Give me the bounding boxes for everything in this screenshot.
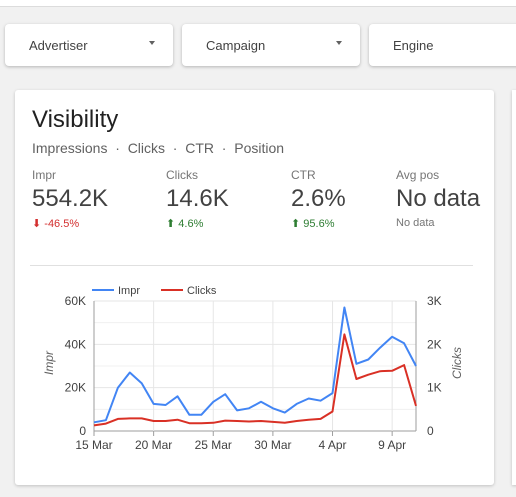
arrow-up-icon: ⬆ xyxy=(166,218,176,230)
advertiser-filter-label: Advertiser xyxy=(29,37,88,53)
x-tick-label: 20 Mar xyxy=(135,438,172,452)
chevron-down-icon xyxy=(149,41,155,45)
y-tick-label: 0 xyxy=(79,424,86,438)
x-tick-label: 15 Mar xyxy=(75,438,112,452)
visibility-line-chart: 0 20K 40K 60K 0 1K 2K 3K 15 Mar 20 Mar 25 Mar 30 … xyxy=(42,285,464,452)
y-tick-label: 40K xyxy=(65,337,86,351)
engine-filter-label: Engine xyxy=(393,37,434,53)
series-line-clicks xyxy=(93,333,417,427)
arrow-up-icon: ⬆ xyxy=(291,218,301,230)
metric-change: ⬇ -46.5% xyxy=(32,217,108,230)
metric-label: Clicks xyxy=(166,168,198,182)
y-axis-label: Impr xyxy=(42,350,56,375)
visibility-card: Visibility Impressions · Clicks · CTR · … xyxy=(15,90,494,485)
x-tick-label: 30 Mar xyxy=(254,438,291,452)
metric-change-value: 4.6% xyxy=(178,218,204,230)
y-tick-label: 60K xyxy=(65,294,86,308)
series-line-impr xyxy=(93,306,417,424)
metric-ctr: CTR 2.6% ⬆ 95.6% xyxy=(291,168,346,230)
metric-impr: Impr 554.2K ⬇ -46.5% xyxy=(32,168,108,230)
engine-filter-dropdown[interactable]: Engine xyxy=(369,24,516,66)
divider xyxy=(30,265,473,266)
advertiser-filter-dropdown[interactable]: Advertiser xyxy=(5,24,173,66)
y2-tick-label: 1K xyxy=(427,381,442,395)
x-tick-label: 9 Apr xyxy=(378,438,406,452)
legend-label-impr: Impr xyxy=(118,285,140,297)
x-tick-label: 4 Apr xyxy=(319,438,347,452)
metric-value: No data xyxy=(396,185,481,212)
metric-label: Avg pos xyxy=(396,168,440,182)
card-subtitle: Impressions · Clicks · CTR · Position xyxy=(32,140,285,156)
metric-change-value: 95.6% xyxy=(303,218,335,230)
arrow-down-icon: ⬇ xyxy=(32,218,42,230)
campaign-filter-dropdown[interactable]: Campaign xyxy=(182,24,360,66)
y2-tick-label: 2K xyxy=(427,337,442,351)
metric-value: 2.6% xyxy=(291,185,346,212)
metric-label: CTR xyxy=(291,168,316,182)
campaign-filter-label: Campaign xyxy=(206,37,266,53)
adjacent-card-edge xyxy=(512,90,516,485)
y2-axis-label: Clicks xyxy=(450,347,464,379)
metric-avg-pos: Avg pos No data No data xyxy=(396,168,480,229)
legend-label-clicks: Clicks xyxy=(187,285,217,297)
metric-label: Impr xyxy=(32,168,56,182)
metric-change: ⬆ 95.6% xyxy=(291,217,346,230)
metric-change: ⬆ 4.6% xyxy=(166,217,229,230)
metric-value: 554.2K xyxy=(32,185,109,212)
y2-tick-label: 3K xyxy=(427,294,442,308)
card-title: Visibility xyxy=(32,106,119,133)
x-tick-label: 25 Mar xyxy=(195,438,232,452)
top-bar xyxy=(0,0,516,7)
y2-tick-label: 0 xyxy=(427,424,434,438)
chevron-down-icon xyxy=(336,41,342,45)
metric-change: No data xyxy=(396,217,435,229)
metric-change-value: -46.5% xyxy=(44,218,80,230)
metric-value: 14.6K xyxy=(166,185,229,212)
y-tick-label: 20K xyxy=(65,381,86,395)
metric-clicks: Clicks 14.6K ⬆ 4.6% xyxy=(166,168,229,230)
